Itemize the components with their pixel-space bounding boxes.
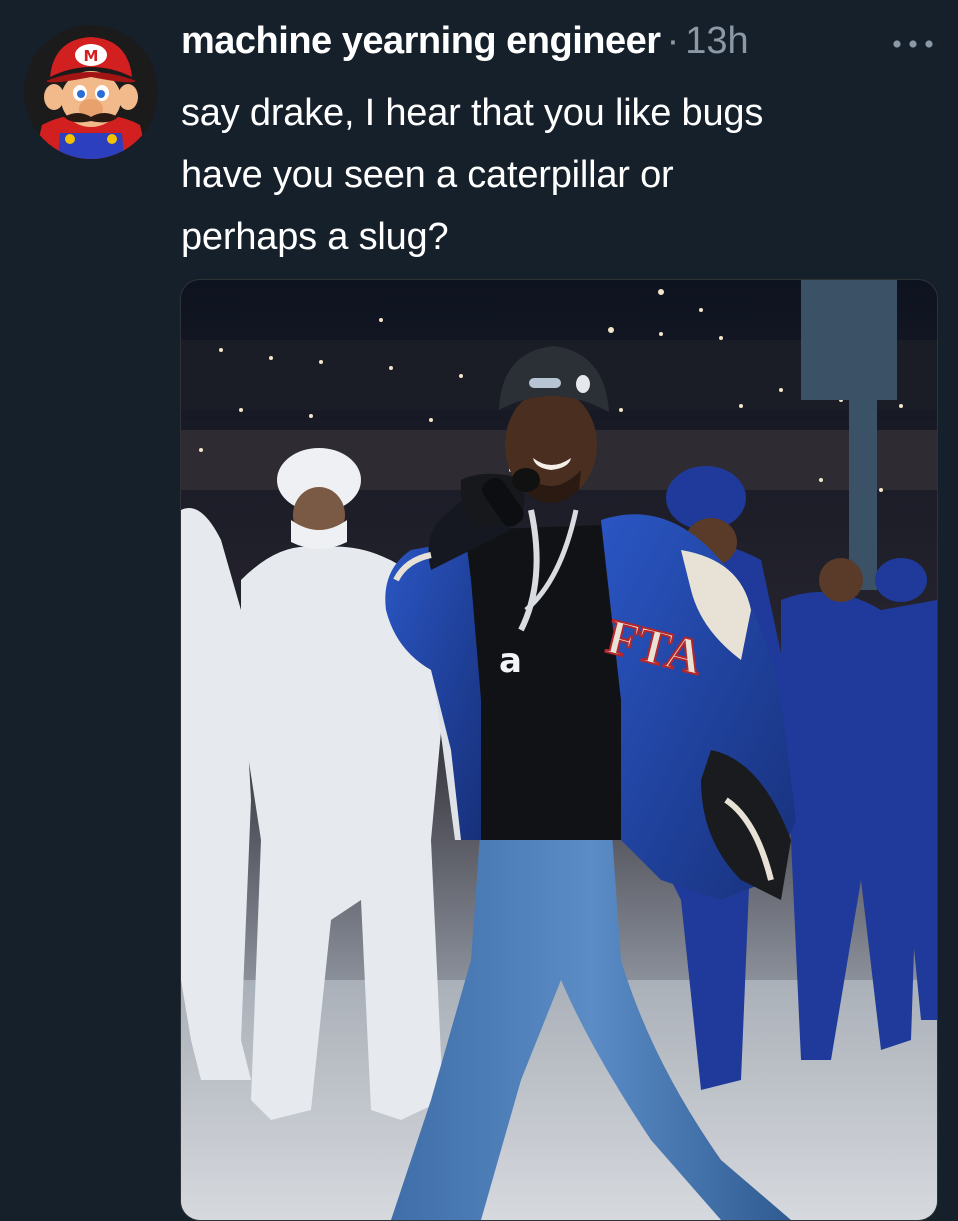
tweet-media-photo[interactable]: FTA a [180, 279, 938, 1221]
tweet-text: say drake, I hear that you like bugs hav… [181, 82, 941, 268]
tweet-header: machine yearning engineer · 13h [181, 20, 749, 68]
tweet-text-line: have you seen a caterpillar or [181, 154, 674, 196]
performer-photo: FTA a [181, 280, 937, 1220]
mario-avatar-icon: M [24, 25, 158, 159]
more-horizontal-icon [893, 40, 933, 48]
more-options-button[interactable] [890, 26, 936, 58]
tweet-text-line: perhaps a slug? [181, 216, 449, 258]
svg-text:M: M [84, 47, 99, 65]
tweet-text-line: say drake, I hear that you like bugs [181, 92, 764, 134]
header-separator: · [666, 20, 680, 62]
chain-pendant-letter: a [499, 641, 522, 681]
author-avatar[interactable]: M [24, 25, 158, 159]
author-display-name[interactable]: machine yearning engineer [181, 20, 661, 63]
tweet: M machine yearning engineer · 13h say dr… [0, 0, 958, 1221]
tweet-timestamp[interactable]: 13h [685, 20, 748, 63]
